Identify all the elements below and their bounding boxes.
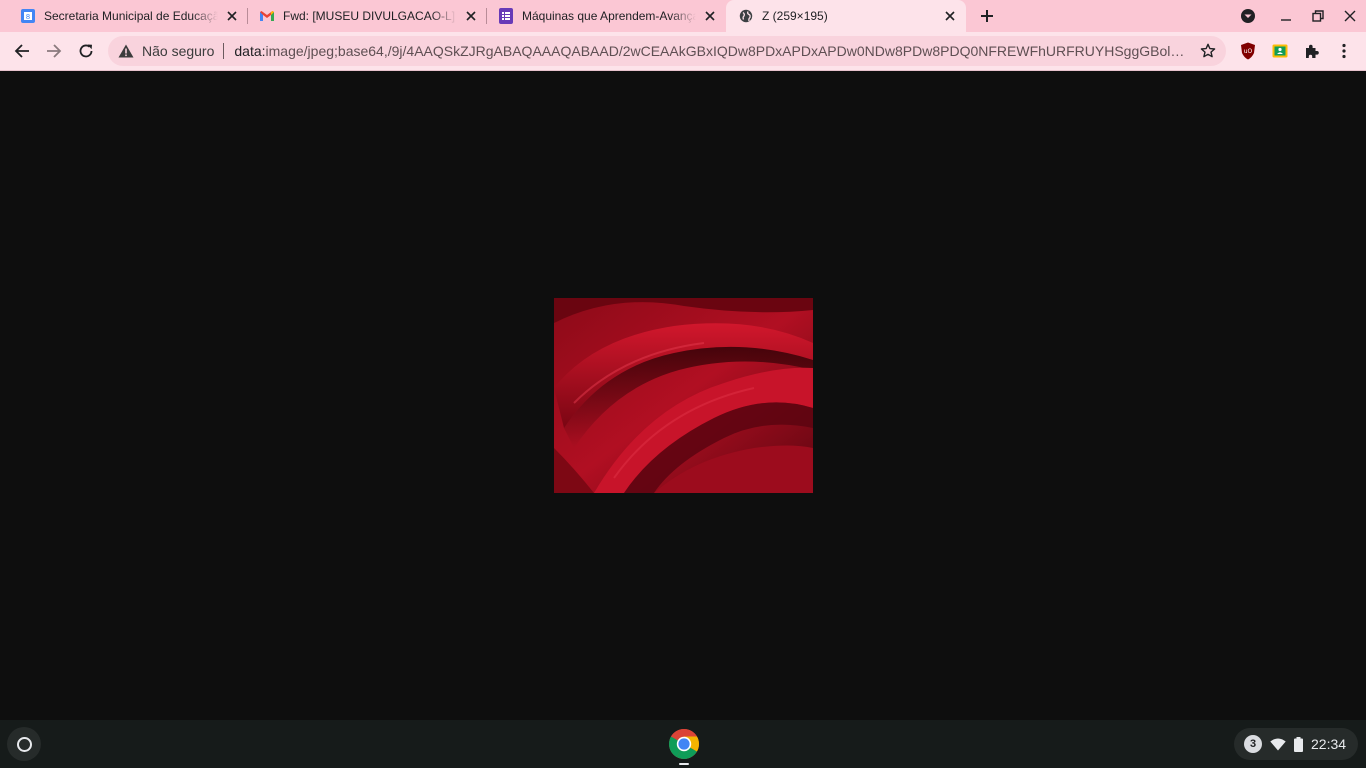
tab-title: Fwd: [MUSEU DIVULGACAO-L] Museu xyxy=(283,9,457,23)
launcher-button[interactable] xyxy=(7,727,41,761)
minimize-icon xyxy=(1281,19,1291,21)
svg-text:8: 8 xyxy=(26,13,30,21)
extensions-button[interactable] xyxy=(1298,37,1326,65)
wifi-icon xyxy=(1269,735,1287,753)
globe-icon xyxy=(738,8,754,24)
restore-button[interactable] xyxy=(1306,4,1330,28)
tab-search-button[interactable] xyxy=(1236,4,1260,28)
warning-icon[interactable] xyxy=(118,43,134,59)
browser-toolbar: Não seguro data:image/jpeg;base64,/9j/4A… xyxy=(0,32,1366,70)
tab-image-active[interactable]: Z (259×195) xyxy=(726,0,966,32)
security-status-label[interactable]: Não seguro xyxy=(142,43,214,59)
red-fabric-image[interactable] xyxy=(554,298,813,493)
battery-icon xyxy=(1293,735,1303,753)
status-tray[interactable]: 3 22:34 xyxy=(1234,728,1358,760)
reload-button[interactable] xyxy=(72,37,100,65)
url-scheme: data: xyxy=(234,43,266,59)
close-icon[interactable] xyxy=(463,8,479,24)
google-forms-icon xyxy=(498,8,514,24)
chrome-menu-button[interactable] xyxy=(1330,37,1358,65)
forward-button[interactable] xyxy=(40,37,68,65)
shelf-chrome-app[interactable] xyxy=(667,727,701,761)
tab-forms[interactable]: Máquinas que Aprendem-Avançado xyxy=(478,0,726,32)
close-window-button[interactable] xyxy=(1338,4,1362,28)
page-viewport xyxy=(0,71,1366,720)
star-icon xyxy=(1200,43,1216,58)
arrow-right-icon xyxy=(47,44,62,58)
url-text[interactable]: data:image/jpeg;base64,/9j/4AAQSkZJRgABA… xyxy=(234,43,1194,59)
arrow-left-icon xyxy=(14,44,29,58)
omnibox-divider xyxy=(223,43,225,59)
restore-icon xyxy=(1312,10,1324,22)
new-tab-button[interactable] xyxy=(975,4,999,28)
google-classroom-icon xyxy=(1272,44,1288,58)
reload-icon xyxy=(79,44,93,58)
bookmark-star-button[interactable] xyxy=(1194,37,1222,65)
gmail-icon xyxy=(259,8,275,24)
tab-title: Máquinas que Aprendem-Avançado xyxy=(522,9,696,23)
running-app-indicator xyxy=(679,763,689,765)
launcher-circle-icon xyxy=(16,736,32,752)
close-icon[interactable] xyxy=(942,8,958,24)
tab-gmail[interactable]: Fwd: [MUSEU DIVULGACAO-L] Museu xyxy=(239,0,487,32)
address-bar[interactable]: Não seguro data:image/jpeg;base64,/9j/4A… xyxy=(108,36,1226,66)
close-icon[interactable] xyxy=(702,8,718,24)
close-icon[interactable] xyxy=(224,8,240,24)
puzzle-icon xyxy=(1306,44,1319,58)
tab-title: Z (259×195) xyxy=(762,9,828,23)
kebab-menu-icon xyxy=(1342,43,1346,59)
tab-title: Secretaria Municipal de Educação xyxy=(44,9,218,23)
url-rest: image/jpeg;base64,/9j/4AAQSkZJRgABAQAAAQ… xyxy=(265,43,1194,59)
ublock-shield-icon: uO xyxy=(1241,42,1255,60)
close-icon xyxy=(1344,10,1356,22)
classroom-extension-button[interactable] xyxy=(1266,37,1294,65)
tab-strip: 8 Secretaria Municipal de Educação Fwd: … xyxy=(0,0,1366,32)
chevron-down-circle-icon xyxy=(1241,9,1255,23)
notification-count-badge[interactable]: 3 xyxy=(1244,735,1262,753)
svg-text:uO: uO xyxy=(1244,48,1253,55)
google-sites-icon: 8 xyxy=(20,8,36,24)
clock-time: 22:34 xyxy=(1311,736,1347,752)
ublock-extension-button[interactable]: uO xyxy=(1234,37,1262,65)
chromeos-shelf: 3 22:34 xyxy=(0,720,1366,768)
back-button[interactable] xyxy=(8,37,36,65)
plus-icon xyxy=(981,10,993,22)
chrome-logo-icon xyxy=(669,728,699,760)
tab-secretaria[interactable]: 8 Secretaria Municipal de Educação xyxy=(0,0,248,32)
minimize-button[interactable] xyxy=(1274,4,1298,28)
